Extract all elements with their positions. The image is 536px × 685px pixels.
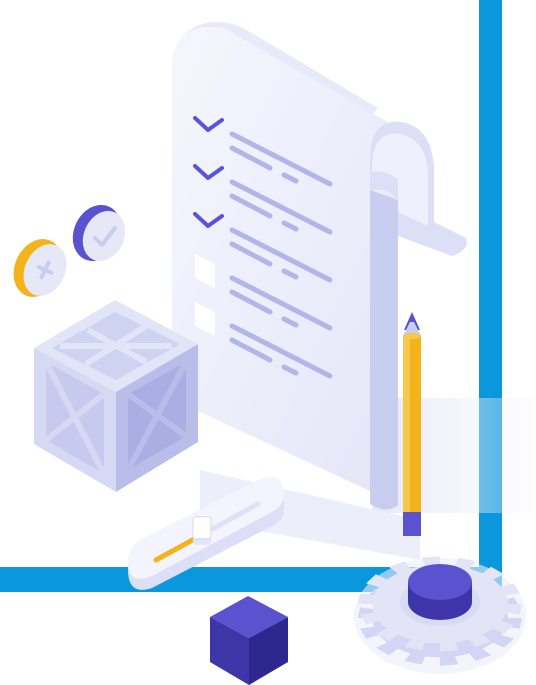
- gear-button-top: [408, 564, 472, 600]
- pencil-eraser: [403, 512, 421, 536]
- pencil-icon: [403, 312, 421, 536]
- plus-coin-icon: [13, 239, 67, 297]
- checklist-illustration: [0, 0, 536, 685]
- check-coin-icon: [72, 204, 126, 262]
- slider-knob: [192, 516, 212, 545]
- cube-icon: [210, 596, 288, 685]
